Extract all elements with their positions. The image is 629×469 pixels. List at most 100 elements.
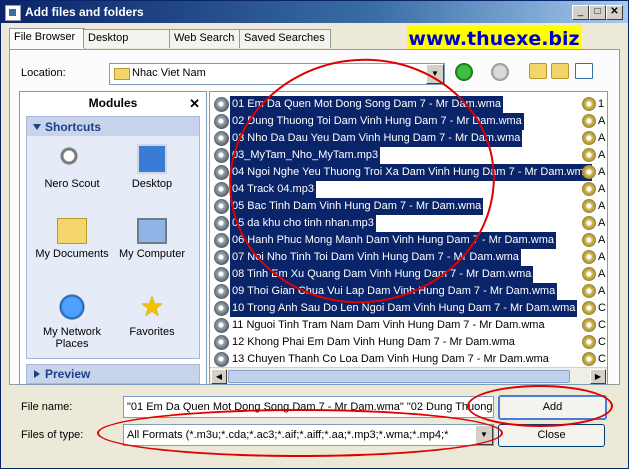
up-folder-icon[interactable]	[529, 63, 547, 79]
my-computer-icon	[137, 218, 167, 244]
annotation-ellipse	[97, 409, 503, 457]
new-folder-icon[interactable]	[551, 63, 569, 79]
audio-file-icon	[214, 165, 229, 180]
audio-file-icon	[582, 114, 596, 128]
shortcut-label: My Network Places	[42, 326, 102, 350]
shortcut-label: Nero Scout	[44, 178, 100, 190]
network-places-icon	[57, 292, 87, 322]
shortcut-label: Favorites	[129, 326, 175, 338]
file-name: 10 Trong Anh Sau Do Len Ngoi Dam Vinh Hu…	[230, 300, 578, 317]
audio-file-icon	[214, 352, 229, 367]
window-title: Add files and folders	[25, 5, 144, 19]
add-files-dialog: Add files and folders _ □ ✕ File Browser…	[0, 0, 629, 469]
annotation-ellipse	[467, 385, 613, 427]
shortcut-label: My Documents	[35, 248, 109, 260]
title-bar[interactable]: Add files and folders _ □ ✕	[1, 1, 628, 23]
file-name-fragment: A	[598, 251, 606, 263]
audio-file-icon	[582, 182, 596, 196]
file-name: 11 Nguoi Tinh Tram Nam Dam Vinh Hung Dam…	[232, 319, 545, 331]
audio-file-icon	[582, 131, 596, 145]
file-name-fragment: A	[598, 268, 606, 280]
file-list-next-column: 1AAAAAAAAAAACCCC	[580, 92, 607, 382]
audio-file-icon	[214, 267, 229, 282]
shortcut-desktop[interactable]: Desktop	[113, 144, 191, 190]
audio-file-icon	[214, 233, 229, 248]
file-name-fragment: A	[598, 234, 606, 246]
scroll-right-icon[interactable]: ▶	[590, 369, 606, 384]
location-label: Location:	[21, 67, 66, 79]
file-name-fragment: A	[598, 149, 606, 161]
file-name-fragment: A	[598, 200, 606, 212]
audio-file-icon	[582, 284, 596, 298]
file-name-fragment: 1	[598, 98, 605, 110]
audio-file-icon	[582, 97, 596, 111]
file-name-fragment: C	[598, 353, 606, 365]
nero-scout-icon	[57, 144, 87, 174]
shortcuts-header[interactable]: Shortcuts	[26, 116, 200, 138]
tab-web-search[interactable]: Web Search	[169, 29, 241, 48]
file-name-fragment: A	[598, 166, 606, 178]
tab-desktop-search[interactable]: Desktop Search	[83, 29, 171, 61]
audio-file-icon	[582, 352, 596, 366]
audio-file-icon	[582, 199, 596, 213]
scroll-left-icon[interactable]: ◀	[211, 369, 227, 384]
shortcut-nero-scout[interactable]: Nero Scout	[33, 144, 111, 190]
app-icon	[5, 5, 21, 21]
shortcut-label: My Computer	[118, 248, 186, 260]
audio-file-icon	[582, 148, 596, 162]
file-name: 13 Chuyen Thanh Co Loa Dam Vinh Hung Dam…	[232, 353, 549, 365]
audio-file-icon	[214, 284, 229, 299]
audio-file-icon	[582, 233, 596, 247]
tab-saved-searches[interactable]: Saved Searches	[239, 29, 331, 48]
maximize-button[interactable]: □	[589, 5, 606, 20]
shortcut-my-documents[interactable]: My Documents	[33, 218, 111, 260]
audio-file-icon	[582, 250, 596, 264]
audio-file-icon	[214, 182, 229, 197]
audio-file-icon	[582, 318, 596, 332]
modules-panel: Modules ✕ Shortcuts Nero Scout Desktop M…	[19, 91, 207, 385]
preview-title: Preview	[45, 367, 91, 381]
file-name-fragment: C	[598, 302, 606, 314]
shortcut-my-network-places[interactable]: My Network Places	[33, 292, 111, 350]
scroll-thumb[interactable]	[228, 370, 570, 383]
tab-file-browser[interactable]: File Browser	[9, 28, 85, 49]
horizontal-scrollbar[interactable]: ◀ ▶	[210, 367, 607, 384]
forward-icon[interactable]	[491, 63, 509, 81]
audio-file-icon	[214, 216, 229, 231]
audio-file-icon	[582, 216, 596, 230]
location-value: Nhac Viet Nam	[132, 67, 206, 79]
audio-file-icon	[582, 267, 596, 281]
folder-icon	[114, 68, 130, 80]
favorites-star-icon: ★	[139, 291, 165, 322]
shortcut-favorites[interactable]: ★ Favorites	[113, 291, 191, 339]
modules-title: Modules	[88, 96, 138, 110]
audio-file-icon	[582, 335, 596, 349]
audio-file-icon	[214, 148, 229, 163]
close-modules-icon[interactable]: ✕	[189, 96, 200, 112]
shortcut-my-computer[interactable]: My Computer	[113, 218, 191, 260]
audio-file-icon	[214, 114, 229, 129]
preview-header[interactable]: Preview	[26, 364, 200, 384]
my-documents-icon	[57, 218, 87, 244]
audio-file-icon	[582, 301, 596, 315]
shortcuts-panel: Nero Scout Desktop My Documents My Compu…	[26, 136, 200, 359]
file-name-fragment: C	[598, 319, 606, 331]
shortcuts-title: Shortcuts	[45, 120, 102, 134]
back-icon[interactable]	[455, 63, 473, 81]
audio-file-icon	[214, 335, 229, 350]
file-name-fragment: A	[598, 285, 606, 297]
view-menu-icon[interactable]	[575, 63, 593, 79]
audio-file-icon	[214, 97, 229, 112]
minimize-button[interactable]: _	[572, 5, 589, 20]
file-name: 12 Khong Phai Em Dam Vinh Hung Dam 7 - M…	[232, 336, 515, 348]
file-name-fragment: C	[598, 336, 606, 348]
file-name-fragment: A	[598, 217, 606, 229]
filetype-label: Files of type:	[21, 429, 84, 441]
audio-file-icon	[582, 165, 596, 179]
file-name-fragment: A	[598, 132, 606, 144]
collapse-arrow-icon	[33, 124, 41, 130]
close-window-button[interactable]: ✕	[606, 5, 623, 20]
close-button[interactable]: Close	[498, 424, 605, 447]
desktop-icon	[137, 144, 167, 174]
audio-file-icon	[214, 131, 229, 146]
